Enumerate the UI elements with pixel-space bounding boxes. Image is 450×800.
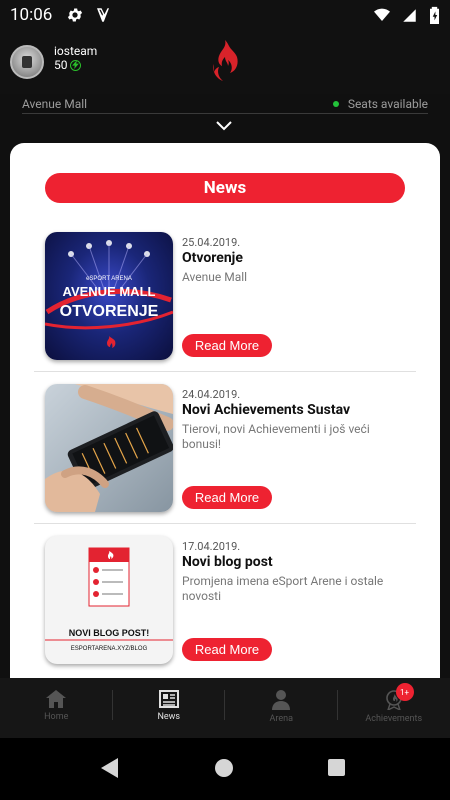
bottom-nav: Home News Arena Achievements 1+ [0,678,450,738]
person-icon [272,690,291,710]
nav-label: Arena [269,714,293,724]
app-notification-icon [97,8,110,22]
nav-item-news[interactable]: News [113,678,225,738]
flame-logo-icon [213,40,238,81]
news-date: 25.04.2019. [182,236,241,249]
signal-icon [403,8,416,22]
header: iosteam 50 [0,30,450,94]
recent-apps-icon[interactable] [328,759,345,776]
location-bar[interactable]: Avenue Mall Seats available [22,94,428,114]
svg-text:eSPORT ARENA: eSPORT ARENA [86,276,132,282]
nav-label: Achievements [365,714,423,724]
avenue-mall-graphic: eSPORT ARENA AVENUE MALL OTVORENJE [45,240,173,348]
read-more-button[interactable]: Read More [182,638,272,661]
news-description: Tierovi, novi Achievementi i još veći bo… [182,422,370,451]
points-value: 50 [54,58,68,72]
settings-icon [68,8,83,22]
section-title: News [45,173,405,203]
back-icon[interactable] [100,758,120,778]
svg-text:OTVORENJE: OTVORENJE [60,303,159,320]
phone-hands-graphic [45,384,173,512]
news-item[interactable]: 24.04.2019. Novi Achievements Sustav Tie… [34,372,416,524]
availability-dot-icon [332,100,339,107]
wifi-icon [374,8,390,21]
battery-icon [430,6,439,24]
news-thumbnail[interactable] [45,384,173,512]
news-description: Promjena imena eSport Arene i ostale nov… [182,574,384,603]
avatar[interactable] [10,45,44,79]
chevron-down-icon[interactable] [214,119,234,133]
news-icon [158,690,179,708]
home-circle-icon[interactable] [215,759,233,777]
news-date: 17.04.2019. [182,540,241,553]
blog-post-graphic: NOVI BLOG POST! ESPORTARENA.XYZ/BLOG [45,547,173,652]
nav-item-arena[interactable]: Arena [225,678,338,738]
status-time: 10:06 [10,5,53,25]
location-name: Avenue Mall [22,96,88,111]
status-bar: 10:06 [0,0,450,30]
news-thumbnail[interactable]: NOVI BLOG POST! ESPORTARENA.XYZ/BLOG [45,536,173,664]
nav-label: Home [44,712,69,722]
username: iosteam [54,44,98,58]
home-icon [46,690,67,708]
nav-label: News [157,712,181,722]
svg-text:AVENUE MALL: AVENUE MALL [63,284,156,299]
svg-text:ESPORTARENA.XYZ/BLOG: ESPORTARENA.XYZ/BLOG [71,646,148,652]
system-nav-bar [0,738,450,800]
bolt-icon [69,59,81,71]
news-item[interactable]: eSPORT ARENA AVENUE MALL OTVORENJE 25.04… [34,220,416,372]
news-panel: News eSPORT ARENA AVENUE MALL OTVORENJE … [10,143,440,743]
news-title: Novi Achievements Sustav [182,402,351,418]
news-thumbnail[interactable]: eSPORT ARENA AVENUE MALL OTVORENJE [45,232,173,360]
notification-badge: 1+ [395,683,414,701]
seats-status: Seats available [332,96,428,111]
read-more-button[interactable]: Read More [182,334,272,357]
nav-item-achievements[interactable]: Achievements 1+ [338,678,450,738]
read-more-button[interactable]: Read More [182,486,272,509]
news-title: Otvorenje [182,250,243,266]
news-title: Novi blog post [182,554,273,570]
news-date: 24.04.2019. [182,388,241,401]
news-item[interactable]: NOVI BLOG POST! ESPORTARENA.XYZ/BLOG 17.… [34,524,416,676]
svg-text:NOVI BLOG POST!: NOVI BLOG POST! [69,628,150,638]
nav-item-home[interactable]: Home [0,678,113,738]
seats-text: Seats available [347,96,428,111]
points-display: 50 [54,58,81,72]
news-description: Avenue Mall [182,270,248,284]
